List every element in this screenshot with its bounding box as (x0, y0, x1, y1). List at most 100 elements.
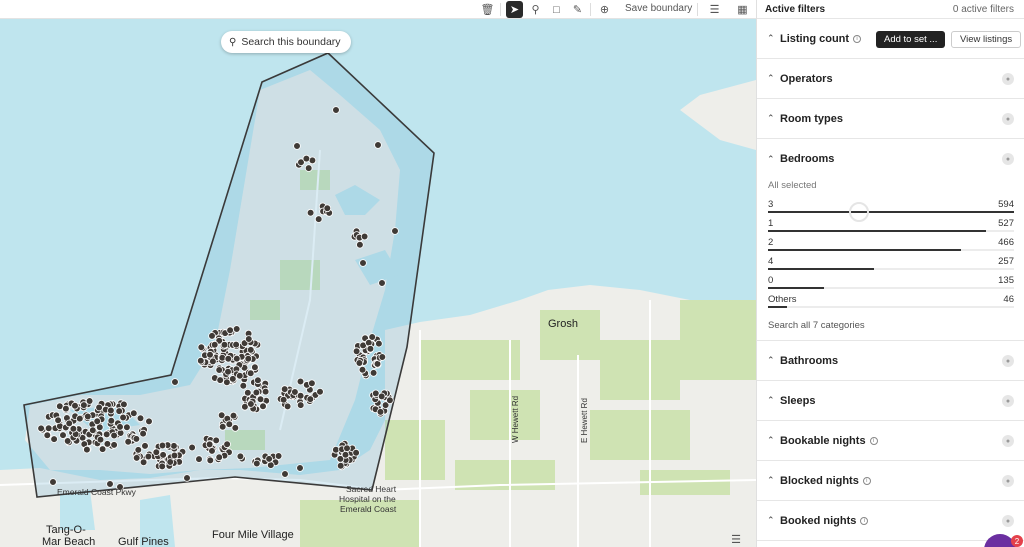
section-room-types[interactable]: ⌃ Room types ● (757, 99, 1024, 139)
listing-pin[interactable] (141, 442, 149, 450)
listing-pin[interactable] (283, 402, 292, 411)
listing-pin[interactable] (359, 259, 367, 267)
lock-icon[interactable]: ● (1002, 73, 1014, 85)
listing-pin[interactable] (226, 326, 234, 335)
listing-pin[interactable] (102, 430, 111, 439)
bedroom-row[interactable]: 1 527 (768, 218, 1014, 237)
chevron-up-icon[interactable]: ⌃ (767, 395, 780, 406)
listing-pin[interactable] (62, 404, 70, 413)
listing-pin[interactable] (244, 388, 252, 397)
listing-pin[interactable] (239, 381, 248, 390)
lock-icon[interactable]: ● (1002, 355, 1014, 367)
chevron-up-icon[interactable]: ⌃ (767, 515, 780, 526)
listing-pin[interactable] (369, 369, 378, 377)
bedroom-row[interactable]: 0 135 (768, 275, 1014, 294)
listing-pin[interactable] (43, 431, 52, 440)
listing-pin[interactable] (358, 365, 367, 374)
listing-pin[interactable] (259, 402, 267, 411)
listing-pin[interactable] (254, 376, 262, 385)
listing-pin[interactable] (352, 347, 361, 356)
listing-pin[interactable] (170, 442, 178, 450)
listing-pin[interactable] (197, 356, 205, 365)
chevron-up-icon[interactable]: ⌃ (767, 154, 780, 165)
lock-icon[interactable]: ● (1002, 395, 1014, 407)
section-bathrooms[interactable]: ⌃ Bathrooms ● (757, 341, 1024, 381)
listing-pin[interactable] (244, 354, 253, 363)
listing-pin[interactable] (107, 406, 115, 415)
map-layers-icon[interactable]: ☰ (728, 531, 744, 547)
listing-pin[interactable] (375, 339, 383, 348)
listing-pin[interactable] (93, 417, 101, 426)
section-bookable-nights[interactable]: ⌃ Bookable nights i ● (757, 421, 1024, 461)
listing-pin[interactable] (37, 424, 45, 433)
listing-pin[interactable] (145, 417, 153, 426)
listing-pin[interactable] (306, 208, 315, 217)
plus-circle-icon[interactable]: ⊕ (596, 1, 613, 18)
listing-pin[interactable] (251, 363, 259, 372)
listing-pin[interactable] (245, 335, 253, 343)
listing-pin[interactable] (296, 377, 305, 386)
listing-pin[interactable] (296, 391, 305, 400)
listing-pin[interactable] (274, 452, 283, 460)
listing-pin[interactable] (336, 461, 345, 470)
listing-pin[interactable] (120, 400, 128, 409)
listing-pin[interactable] (314, 215, 323, 223)
listing-pin[interactable] (246, 369, 255, 378)
listing-pin[interactable] (215, 366, 224, 374)
chevron-up-icon[interactable]: ⌃ (767, 355, 780, 366)
listing-pin[interactable] (229, 411, 238, 420)
listing-pin[interactable] (209, 357, 217, 366)
listing-pin[interactable] (374, 141, 382, 149)
listing-pin[interactable] (308, 379, 316, 388)
listing-pin[interactable] (252, 459, 261, 468)
listing-pin[interactable] (96, 435, 105, 444)
listing-pin[interactable] (110, 431, 118, 440)
listing-pin[interactable] (355, 359, 364, 367)
crop-icon[interactable]: □ (548, 1, 565, 18)
listing-pin[interactable] (352, 448, 360, 457)
listing-pin[interactable] (247, 346, 255, 354)
pin-icon[interactable]: ⚲ (527, 1, 544, 18)
view-listings-button[interactable]: View listings (951, 31, 1022, 48)
listing-pin[interactable] (206, 456, 215, 465)
listing-pin[interactable] (224, 367, 232, 376)
listing-pin[interactable] (377, 392, 386, 401)
chevron-up-icon[interactable]: ⌃ (767, 435, 780, 446)
listing-pin[interactable] (316, 387, 324, 396)
listing-pin[interactable] (302, 154, 311, 163)
listing-pin[interactable] (261, 387, 270, 396)
chevron-up-icon[interactable]: ⌃ (767, 73, 780, 84)
listing-pin[interactable] (376, 408, 385, 416)
listing-pin[interactable] (378, 353, 387, 361)
listing-pin[interactable] (296, 401, 305, 409)
listing-pin[interactable] (132, 454, 141, 462)
map-canvas[interactable]: ⚲ Search this boundary Grosh Tang-O- Mar… (0, 19, 756, 547)
listing-pin[interactable] (229, 375, 237, 383)
listing-pin[interactable] (80, 401, 88, 409)
listing-pin[interactable] (119, 413, 127, 422)
listing-pin[interactable] (220, 340, 229, 349)
listing-pin[interactable] (360, 232, 369, 241)
listing-pin[interactable] (233, 354, 241, 363)
lock-icon[interactable]: ● (1002, 113, 1014, 125)
listing-pin[interactable] (83, 445, 91, 454)
listing-pin[interactable] (84, 412, 92, 421)
listing-pin[interactable] (89, 426, 97, 435)
listing-pin[interactable] (323, 204, 332, 213)
listing-pin[interactable] (378, 279, 386, 287)
chevron-up-icon[interactable]: ⌃ (767, 33, 780, 44)
bedroom-row[interactable]: Others 46 (768, 294, 1014, 313)
all-selected-label[interactable]: All selected (768, 180, 1014, 191)
info-icon[interactable]: i (860, 516, 869, 525)
listing-pin[interactable] (231, 424, 240, 432)
listing-pin[interactable] (171, 378, 179, 386)
listing-pin[interactable] (366, 344, 375, 353)
listing-pin[interactable] (110, 441, 118, 449)
section-blocked-nights[interactable]: ⌃ Blocked nights i ● (757, 461, 1024, 501)
section-sleeps[interactable]: ⌃ Sleeps ● (757, 381, 1024, 421)
map-icon[interactable]: ▦ (734, 1, 751, 18)
section-listing-count[interactable]: ⌃ Listing count i Add to set ... View li… (757, 19, 1024, 59)
layers-icon[interactable]: ☰ (706, 1, 723, 18)
listing-pin[interactable] (205, 440, 214, 449)
listing-pin[interactable] (208, 447, 216, 455)
